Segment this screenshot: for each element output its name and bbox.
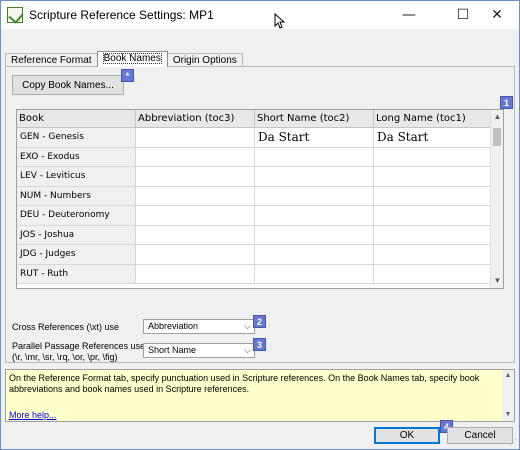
- long-name-cell[interactable]: [374, 167, 491, 187]
- callout-badge-star: *: [121, 69, 134, 82]
- short-name-cell[interactable]: [255, 206, 374, 226]
- more-help-link[interactable]: More help...: [9, 410, 57, 420]
- scroll-down-icon[interactable]: ▼: [491, 274, 503, 288]
- book-cell[interactable]: LEV - Leviticus: [17, 167, 136, 187]
- column-header-long-name[interactable]: Long Name (toc1): [374, 110, 491, 128]
- cross-references-select[interactable]: Abbreviation ⌵: [143, 319, 255, 334]
- column-header-book[interactable]: Book: [17, 110, 136, 128]
- parallel-passage-markers-label: (\r, \mr, \sr, \rq, \or, \pr, \fig): [12, 352, 118, 362]
- help-text: On the Reference Format tab, specify pun…: [9, 373, 480, 394]
- abbreviation-cell[interactable]: [136, 128, 255, 148]
- parallel-passage-value: Short Name: [148, 345, 197, 355]
- table-row: JOS - Joshua: [17, 225, 491, 245]
- resize-grip-icon[interactable]: ⋰: [509, 438, 517, 447]
- chevron-down-icon: ⌵: [244, 345, 251, 355]
- book-cell[interactable]: EXO - Exodus: [17, 147, 136, 167]
- scroll-thumb[interactable]: [493, 128, 501, 146]
- grid-vertical-scrollbar[interactable]: ▲ ▼: [490, 110, 503, 288]
- table-row: DEU - Deuteronomy: [17, 206, 491, 226]
- settings-dialog: Scripture Reference Settings: MP1 — ☐ ✕ …: [0, 0, 520, 450]
- window-title: Scripture Reference Settings: MP1: [29, 8, 214, 22]
- long-name-cell[interactable]: [374, 186, 491, 206]
- table-row: JDG - Judges: [17, 245, 491, 265]
- tab-strip: Reference Format Book Names Origin Optio…: [5, 51, 243, 67]
- tab-reference-format[interactable]: Reference Format: [5, 53, 98, 67]
- short-name-cell[interactable]: [255, 147, 374, 167]
- callout-badge-3: 3: [253, 338, 266, 351]
- grid-header-row: Book Abbreviation (toc3) Short Name (toc…: [17, 110, 491, 128]
- copy-book-names-button[interactable]: Copy Book Names...: [12, 75, 124, 95]
- abbreviation-cell[interactable]: [136, 147, 255, 167]
- book-cell[interactable]: RUT - Ruth: [17, 264, 136, 284]
- abbreviation-cell[interactable]: [136, 264, 255, 284]
- cross-references-value: Abbreviation: [148, 321, 199, 331]
- long-name-cell[interactable]: [374, 264, 491, 284]
- callout-badge-1: 1: [500, 96, 513, 109]
- table-row: RUT - Ruth: [17, 264, 491, 284]
- long-name-cell[interactable]: Da Start: [374, 128, 491, 148]
- short-name-cell[interactable]: [255, 225, 374, 245]
- abbreviation-cell[interactable]: [136, 206, 255, 226]
- abbreviation-cell[interactable]: [136, 167, 255, 187]
- column-header-abbreviation[interactable]: Abbreviation (toc3): [136, 110, 255, 128]
- chevron-down-icon: ⌵: [244, 321, 251, 331]
- table-row: LEV - Leviticus: [17, 167, 491, 187]
- long-name-cell[interactable]: [374, 147, 491, 167]
- abbreviation-cell[interactable]: [136, 225, 255, 245]
- minimize-button[interactable]: —: [387, 1, 431, 29]
- scroll-down-icon[interactable]: ▼: [502, 409, 514, 421]
- short-name-cell[interactable]: [255, 186, 374, 206]
- book-cell[interactable]: NUM - Numbers: [17, 186, 136, 206]
- tab-origin-options[interactable]: Origin Options: [166, 53, 243, 67]
- cancel-button[interactable]: Cancel: [447, 427, 513, 444]
- book-cell[interactable]: GEN - Genesis: [17, 128, 136, 148]
- parallel-passage-label: Parallel Passage References use: [12, 341, 146, 351]
- table-row: EXO - Exodus: [17, 147, 491, 167]
- long-name-cell[interactable]: [374, 225, 491, 245]
- table-row: NUM - Numbers: [17, 186, 491, 206]
- long-name-cell[interactable]: [374, 245, 491, 265]
- parallel-passage-select[interactable]: Short Name ⌵: [143, 343, 255, 358]
- title-bar[interactable]: Scripture Reference Settings: MP1 — ☐ ✕: [1, 1, 519, 29]
- book-cell[interactable]: JOS - Joshua: [17, 225, 136, 245]
- short-name-cell[interactable]: [255, 167, 374, 187]
- close-button[interactable]: ✕: [475, 1, 519, 29]
- scroll-up-icon[interactable]: ▲: [491, 110, 503, 124]
- short-name-cell[interactable]: [255, 245, 374, 265]
- book-cell[interactable]: DEU - Deuteronomy: [17, 206, 136, 226]
- table-row: GEN - Genesis Da Start Da Start: [17, 128, 491, 148]
- help-panel: On the Reference Format tab, specify pun…: [5, 369, 515, 422]
- app-checkmark-icon: [7, 7, 23, 23]
- ok-button[interactable]: OK: [374, 427, 440, 444]
- mouse-cursor-icon: [274, 13, 285, 29]
- book-cell[interactable]: JDG - Judges: [17, 245, 136, 265]
- tab-book-names[interactable]: Book Names: [96, 51, 168, 67]
- book-names-grid[interactable]: Book Abbreviation (toc3) Short Name (toc…: [16, 109, 504, 289]
- callout-badge-2: 2: [253, 315, 266, 328]
- scroll-up-icon[interactable]: ▲: [502, 370, 514, 382]
- abbreviation-cell[interactable]: [136, 186, 255, 206]
- short-name-cell[interactable]: Da Start: [255, 128, 374, 148]
- short-name-cell[interactable]: [255, 264, 374, 284]
- column-header-short-name[interactable]: Short Name (toc2): [255, 110, 374, 128]
- abbreviation-cell[interactable]: [136, 245, 255, 265]
- help-scrollbar[interactable]: ▲ ▼: [502, 370, 514, 421]
- long-name-cell[interactable]: [374, 206, 491, 226]
- cross-references-label: Cross References (\xt) use: [12, 322, 120, 332]
